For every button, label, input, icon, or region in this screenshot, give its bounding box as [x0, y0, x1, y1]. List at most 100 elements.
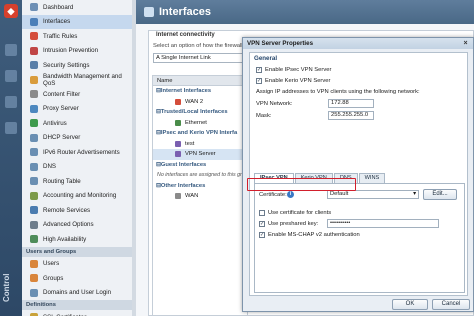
- domains-and-user-login-icon: [30, 288, 38, 297]
- interface-icon: [175, 119, 181, 126]
- sidebar-item-routing-table[interactable]: Routing Table: [22, 174, 133, 189]
- interface-row[interactable]: test: [153, 139, 247, 150]
- shield-icon[interactable]: [5, 122, 17, 134]
- sidebar-item-accounting-and-monitoring[interactable]: Accounting and Monitoring: [22, 189, 133, 204]
- sidebar-item-label: Bandwidth Management and QoS: [43, 72, 122, 87]
- interface-group-label: Trusted/Local Interfaces: [160, 109, 228, 116]
- sidebar-item-dns[interactable]: DNS: [22, 160, 133, 175]
- interface-group-row[interactable]: ⊟ Guest Interfaces: [153, 160, 247, 171]
- sidebar-item-dhcp-server[interactable]: DHCP Server: [22, 131, 133, 146]
- sidebar-item-antivirus[interactable]: Antivirus: [22, 116, 133, 131]
- interfaces-icon: [144, 7, 154, 17]
- sidebar-item-interfaces[interactable]: Interfaces: [22, 14, 133, 29]
- interface-row[interactable]: Ethernet: [153, 118, 247, 129]
- interface-group-label: IPsec and Kerio VPN Interfa: [160, 130, 238, 137]
- interface-group-row[interactable]: ⊟ Internet Interfaces: [153, 86, 247, 97]
- sidebar-item-label: Security Settings: [43, 61, 90, 69]
- sidebar-item-dashboard[interactable]: Dashboard: [22, 0, 133, 15]
- interface-row[interactable]: WAN: [153, 191, 247, 202]
- enable-kerio-checkbox[interactable]: ✓: [256, 78, 262, 84]
- highlight-annotation: [247, 178, 356, 191]
- chevron-down-icon: ▾: [413, 191, 416, 197]
- interface-row[interactable]: WAN 2: [153, 97, 247, 108]
- enable-ipsec-checkbox[interactable]: ✓: [256, 67, 262, 73]
- dialog-title-bar[interactable]: VPN Server Properties ×: [243, 38, 473, 49]
- ipv6-router-advertisements-icon: [30, 148, 38, 157]
- sidebar-item-label: Domains and User Login: [43, 289, 112, 297]
- page-title: Interfaces: [159, 6, 211, 18]
- edit-button[interactable]: Edit...: [423, 189, 457, 200]
- interface-label: WAN: [185, 193, 199, 200]
- use-psk-checkbox[interactable]: ✓: [259, 221, 265, 227]
- guest-empty-note: No interfaces are assigned to this gr: [157, 172, 242, 179]
- brand-label: Control: [2, 273, 11, 303]
- kerio-logo: ◆: [4, 4, 18, 18]
- enable-ipsec-row[interactable]: ✓ Enable IPsec VPN Server: [256, 67, 331, 73]
- sidebar-item-label: Traffic Rules: [43, 32, 78, 40]
- close-icon[interactable]: ×: [461, 39, 470, 48]
- sidebar-item-users[interactable]: Users: [22, 257, 133, 272]
- logs-icon[interactable]: [5, 96, 17, 108]
- interface-group-row[interactable]: ⊟ Other Interfaces: [153, 181, 247, 192]
- sidebar-item-label: Advanced Options: [43, 221, 94, 229]
- grid-header-name[interactable]: Name: [153, 76, 247, 86]
- intrusion-prevention-icon: [30, 46, 38, 55]
- sidebar-item-ipv6-router-advertisements[interactable]: IPv6 Router Advertisements: [22, 145, 133, 160]
- use-cert-clients-label: Use certificate for clients: [268, 210, 332, 216]
- interface-group-label: Internet Interfaces: [160, 88, 212, 95]
- sidebar-item-high-availability[interactable]: High Availability: [22, 232, 133, 247]
- interface-icon: [175, 98, 181, 105]
- interface-label: VPN Server: [185, 151, 216, 158]
- interface-icon: [175, 151, 181, 158]
- dashboard-icon: [30, 3, 38, 12]
- sidebar-item-bandwidth-management-and-qos[interactable]: Bandwidth Management and QoS: [22, 73, 133, 88]
- sidebar-item-label: Proxy Server: [43, 105, 79, 113]
- enable-kerio-row[interactable]: ✓ Enable Kerio VPN Server: [256, 78, 330, 84]
- interface-group-row[interactable]: ⊟ Trusted/Local Interfaces: [153, 107, 247, 118]
- ok-button[interactable]: OK: [392, 299, 428, 310]
- sidebar-item-label: Routing Table: [43, 177, 81, 185]
- users-icon: [30, 259, 38, 268]
- mask-field[interactable]: 255.255.255.0: [328, 111, 374, 120]
- config-icon[interactable]: [5, 44, 17, 56]
- vpn-network-field[interactable]: 172.88: [328, 99, 374, 108]
- ipsec-tab-pane: Certificate: i Default ▾ Edit... Use cer…: [254, 183, 465, 293]
- dns-icon: [30, 162, 38, 171]
- sidebar-item-ssl-certificates[interactable]: SSL Certificates: [22, 310, 133, 316]
- interface-row[interactable]: VPN Server: [153, 149, 247, 160]
- interface-group-row[interactable]: ⊟ IPsec and Kerio VPN Interfa: [153, 128, 247, 139]
- sidebar-item-advanced-options[interactable]: Advanced Options: [22, 218, 133, 233]
- interfaces-icon: [30, 17, 38, 26]
- use-psk-row[interactable]: ✓ Use preshared key:: [259, 221, 318, 227]
- sidebar-item-label: Content Filter: [43, 90, 81, 98]
- sidebar-item-domains-and-user-login[interactable]: Domains and User Login: [22, 286, 133, 301]
- psk-field[interactable]: ••••••••••: [327, 219, 439, 228]
- sidebar-item-label: Antivirus: [43, 119, 67, 127]
- groups-icon: [30, 274, 38, 283]
- use-cert-clients-checkbox[interactable]: [259, 210, 265, 216]
- sidebar-item-groups[interactable]: Groups: [22, 271, 133, 286]
- enable-mschap-row[interactable]: ✓ Enable MS-CHAP v2 authentication: [259, 232, 360, 238]
- cancel-button[interactable]: Cancel: [432, 299, 470, 310]
- use-cert-clients-row[interactable]: Use certificate for clients: [259, 210, 331, 216]
- sidebar-item-security-settings[interactable]: Security Settings: [22, 58, 133, 73]
- remote-services-icon: [30, 206, 38, 215]
- sidebar-item-label: Interfaces: [43, 18, 71, 26]
- dialog-title: VPN Server Properties: [247, 40, 314, 47]
- sidebar-item-label: DHCP Server: [43, 134, 81, 142]
- sidebar-item-traffic-rules[interactable]: Traffic Rules: [22, 29, 133, 44]
- sidebar-item-content-filter[interactable]: Content Filter: [22, 87, 133, 102]
- sidebar-item-label: High Availability: [43, 235, 87, 243]
- sidebar-item-proxy-server[interactable]: Proxy Server: [22, 102, 133, 117]
- sidebar-item-remote-services[interactable]: Remote Services: [22, 203, 133, 218]
- tab-wins[interactable]: WINS: [358, 173, 386, 183]
- sidebar-item-intrusion-prevention[interactable]: Intrusion Prevention: [22, 44, 133, 59]
- enable-mschap-checkbox[interactable]: ✓: [259, 232, 265, 238]
- status-icon[interactable]: [5, 70, 17, 82]
- accounting-and-monitoring-icon: [30, 191, 38, 200]
- advanced-options-icon: [30, 220, 38, 229]
- info-icon[interactable]: i: [287, 191, 294, 198]
- high-availability-icon: [30, 235, 38, 244]
- certificate-select[interactable]: Default ▾: [327, 190, 419, 199]
- sidebar-item-label: Remote Services: [43, 206, 91, 214]
